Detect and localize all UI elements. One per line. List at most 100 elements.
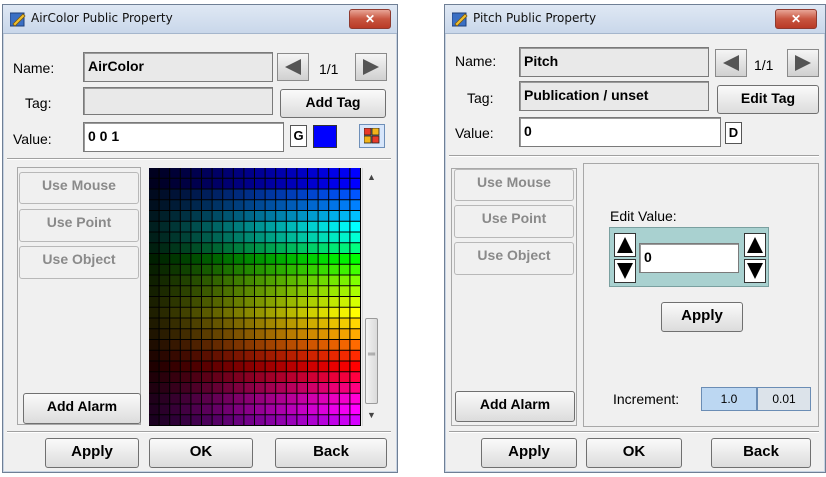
palette-cell[interactable] bbox=[255, 297, 265, 307]
palette-cell[interactable] bbox=[308, 275, 318, 286]
palette-cell[interactable] bbox=[339, 264, 350, 275]
close-button[interactable]: ✕ bbox=[775, 9, 817, 29]
ok-button[interactable]: OK bbox=[586, 438, 682, 468]
palette-cell[interactable] bbox=[297, 275, 307, 286]
palette-cell[interactable] bbox=[244, 243, 254, 253]
palette-cell[interactable] bbox=[265, 254, 276, 264]
palette-cell[interactable] bbox=[255, 232, 265, 243]
palette-cell[interactable] bbox=[233, 372, 244, 382]
palette-cell[interactable] bbox=[286, 383, 297, 393]
palette-cell[interactable] bbox=[276, 318, 286, 329]
palette-cell[interactable] bbox=[339, 383, 350, 393]
use-object-button[interactable]: Use Object bbox=[454, 242, 574, 275]
palette-cell[interactable] bbox=[202, 264, 212, 275]
palette-cell[interactable] bbox=[329, 361, 339, 372]
palette-cell[interactable] bbox=[159, 264, 170, 275]
palette-cell[interactable] bbox=[149, 189, 159, 200]
palette-cell[interactable] bbox=[159, 307, 170, 318]
palette-cell[interactable] bbox=[212, 254, 223, 264]
palette-cell[interactable] bbox=[212, 361, 223, 372]
close-button[interactable]: ✕ bbox=[349, 9, 391, 29]
palette-cell[interactable] bbox=[180, 254, 191, 264]
palette-cell[interactable] bbox=[329, 189, 339, 200]
palette-cell[interactable] bbox=[276, 404, 286, 415]
palette-cell[interactable] bbox=[170, 318, 180, 329]
palette-cell[interactable] bbox=[286, 178, 297, 189]
palette-cell[interactable] bbox=[255, 318, 265, 329]
palette-cell[interactable] bbox=[149, 415, 159, 425]
palette-cell[interactable] bbox=[244, 286, 254, 296]
palette-cell[interactable] bbox=[159, 189, 170, 200]
palette-cell[interactable] bbox=[202, 211, 212, 221]
palette-cell[interactable] bbox=[180, 297, 191, 307]
palette-cell[interactable] bbox=[339, 340, 350, 350]
palette-cell[interactable] bbox=[233, 307, 244, 318]
palette-cell[interactable] bbox=[286, 200, 297, 210]
palette-cell[interactable] bbox=[233, 286, 244, 296]
palette-cell[interactable] bbox=[350, 361, 360, 372]
palette-cell[interactable] bbox=[286, 168, 297, 178]
palette-cell[interactable] bbox=[265, 243, 276, 253]
palette-cell[interactable] bbox=[244, 189, 254, 200]
palette-cell[interactable] bbox=[297, 200, 307, 210]
palette-cell[interactable] bbox=[149, 307, 159, 318]
palette-cell[interactable] bbox=[159, 254, 170, 264]
palette-cell[interactable] bbox=[244, 415, 254, 425]
palette-cell[interactable] bbox=[308, 254, 318, 264]
palette-cell[interactable] bbox=[191, 232, 201, 243]
palette-cell[interactable] bbox=[276, 221, 286, 232]
palette-cell[interactable] bbox=[339, 200, 350, 210]
palette-cell[interactable] bbox=[180, 393, 191, 404]
tag-field[interactable] bbox=[83, 87, 273, 115]
palette-cell[interactable] bbox=[318, 221, 329, 232]
palette-cell[interactable] bbox=[191, 350, 201, 361]
palette-cell[interactable] bbox=[149, 383, 159, 393]
palette-cell[interactable] bbox=[223, 393, 233, 404]
palette-cell[interactable] bbox=[159, 372, 170, 382]
palette-cell[interactable] bbox=[339, 189, 350, 200]
palette-cell[interactable] bbox=[318, 254, 329, 264]
palette-cell[interactable] bbox=[255, 254, 265, 264]
palette-cell[interactable] bbox=[244, 178, 254, 189]
palette-cell[interactable] bbox=[191, 361, 201, 372]
palette-cell[interactable] bbox=[308, 211, 318, 221]
edit-value-input[interactable]: 0 bbox=[639, 243, 739, 273]
palette-cell[interactable] bbox=[149, 221, 159, 232]
palette-cell[interactable] bbox=[318, 200, 329, 210]
palette-cell[interactable] bbox=[255, 415, 265, 425]
palette-cell[interactable] bbox=[265, 168, 276, 178]
next-property-button[interactable] bbox=[787, 49, 819, 77]
palette-cell[interactable] bbox=[308, 178, 318, 189]
palette-cell[interactable] bbox=[308, 340, 318, 350]
palette-cell[interactable] bbox=[318, 307, 329, 318]
palette-cell[interactable] bbox=[244, 254, 254, 264]
palette-cell[interactable] bbox=[170, 211, 180, 221]
palette-cell[interactable] bbox=[339, 361, 350, 372]
palette-cell[interactable] bbox=[308, 361, 318, 372]
color-palette[interactable] bbox=[149, 168, 361, 426]
palette-cell[interactable] bbox=[318, 189, 329, 200]
name-field[interactable]: AirColor bbox=[83, 52, 273, 82]
palette-cell[interactable] bbox=[308, 372, 318, 382]
palette-cell[interactable] bbox=[297, 178, 307, 189]
palette-cell[interactable] bbox=[233, 393, 244, 404]
spin-up-button[interactable] bbox=[614, 233, 636, 257]
palette-cell[interactable] bbox=[191, 178, 201, 189]
palette-cell[interactable] bbox=[180, 361, 191, 372]
palette-cell[interactable] bbox=[159, 415, 170, 425]
palette-cell[interactable] bbox=[350, 200, 360, 210]
increment-option-2[interactable]: 0.01 bbox=[757, 387, 811, 411]
palette-cell[interactable] bbox=[223, 383, 233, 393]
palette-cell[interactable] bbox=[170, 361, 180, 372]
palette-cell[interactable] bbox=[170, 200, 180, 210]
palette-cell[interactable] bbox=[308, 221, 318, 232]
palette-cell[interactable] bbox=[286, 361, 297, 372]
palette-cell[interactable] bbox=[308, 168, 318, 178]
palette-cell[interactable] bbox=[170, 383, 180, 393]
palette-cell[interactable] bbox=[255, 393, 265, 404]
palette-cell[interactable] bbox=[191, 286, 201, 296]
palette-cell[interactable] bbox=[149, 297, 159, 307]
palette-cell[interactable] bbox=[191, 275, 201, 286]
palette-cell[interactable] bbox=[149, 286, 159, 296]
palette-cell[interactable] bbox=[297, 221, 307, 232]
